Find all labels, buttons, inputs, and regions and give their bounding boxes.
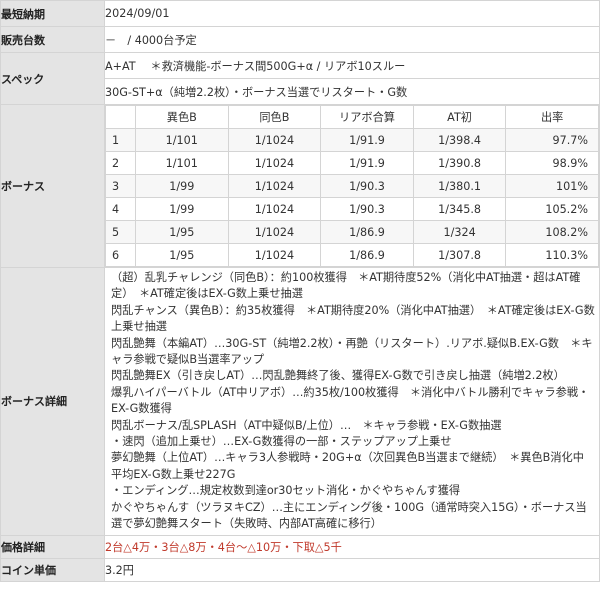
- reabo-cell: 1/90.3: [320, 174, 414, 198]
- units-value: － / 4000台予定: [104, 26, 600, 53]
- ishoku-b-cell: 1/101: [135, 128, 229, 152]
- bonus-row: ボーナス 異色B 同色B リアボ合算 AT初 出率 1 1/101 1/1024…: [0, 104, 600, 268]
- bonus-table-header: 異色B 同色B リアボ合算 AT初 出率: [105, 105, 599, 129]
- units-row: 販売台数 － / 4000台予定: [0, 26, 600, 53]
- doushoku-b-cell: 1/1024: [227, 174, 322, 198]
- release-row: 最短納期 2024/09/01: [0, 0, 600, 27]
- coin-label: コイン単価: [0, 557, 105, 582]
- header-payout: 出率: [505, 105, 599, 129]
- setting-cell: 2: [105, 151, 136, 175]
- release-label: 最短納期: [0, 0, 105, 27]
- spec-line-2: 30G-ST+α（純増2.2枚）・ボーナス当選でリスタート・G数: [104, 78, 600, 105]
- reabo-cell: 1/86.9: [320, 220, 414, 244]
- bonus-label: ボーナス: [0, 104, 105, 268]
- bonus-detail-label: ボーナス詳細: [0, 267, 105, 536]
- at-first-cell: 1/345.8: [412, 197, 507, 221]
- doushoku-b-cell: 1/1024: [227, 197, 322, 221]
- header-reabo: リアボ合算: [320, 105, 414, 129]
- spec-table: 最短納期 2024/09/01 販売台数 － / 4000台予定 スペック A+…: [0, 0, 600, 582]
- bonus-detail-text: （超）乱乳チャレンジ（同色B）：約100枚獲得 ＊AT期待度52%（消化中AT抽…: [111, 271, 595, 531]
- units-label: 販売台数: [0, 26, 105, 53]
- payout-cell: 101%: [505, 174, 599, 198]
- table-row: 2 1/101 1/1024 1/91.9 1/390.8 98.9%: [105, 151, 599, 175]
- at-first-cell: 1/324: [412, 220, 507, 244]
- header-blank: [105, 105, 136, 129]
- doushoku-b-cell: 1/1024: [227, 128, 322, 152]
- setting-cell: 4: [105, 197, 136, 221]
- doushoku-b-cell: 1/1024: [227, 220, 322, 244]
- spec-line-1: A+AT ＊救済機能-ボーナス間500G+α / リアボ10スルー: [104, 52, 600, 79]
- release-value: 2024/09/01: [104, 0, 600, 27]
- table-row: 1 1/101 1/1024 1/91.9 1/398.4 97.7%: [105, 128, 599, 152]
- ishoku-b-cell: 1/99: [135, 174, 229, 198]
- at-first-cell: 1/390.8: [412, 151, 507, 175]
- coin-row: コイン単価 3.2円: [0, 557, 600, 582]
- price-value: 2台△4万・3台△8万・4台～△10万・下取△5千: [104, 534, 600, 559]
- setting-cell: 1: [105, 128, 136, 152]
- reabo-cell: 1/86.9: [320, 243, 414, 267]
- header-at-first: AT初: [412, 105, 507, 129]
- spec-row-1: スペック A+AT ＊救済機能-ボーナス間500G+α / リアボ10スルー: [0, 52, 600, 105]
- reabo-cell: 1/91.9: [320, 128, 414, 152]
- doushoku-b-cell: 1/1024: [227, 151, 322, 175]
- payout-cell: 110.3%: [505, 243, 599, 267]
- at-first-cell: 1/307.8: [412, 243, 507, 267]
- price-label: 価格詳細: [0, 534, 105, 559]
- spec-label: スペック: [0, 52, 105, 105]
- table-row: 3 1/99 1/1024 1/90.3 1/380.1 101%: [105, 174, 599, 198]
- header-ishoku-b: 異色B: [135, 105, 229, 129]
- table-row: 6 1/95 1/1024 1/86.9 1/307.8 110.3%: [105, 243, 599, 267]
- ishoku-b-cell: 1/101: [135, 151, 229, 175]
- ishoku-b-cell: 1/99: [135, 197, 229, 221]
- payout-cell: 105.2%: [505, 197, 599, 221]
- header-doushoku-b: 同色B: [227, 105, 322, 129]
- payout-cell: 108.2%: [505, 220, 599, 244]
- setting-cell: 6: [105, 243, 136, 267]
- ishoku-b-cell: 1/95: [135, 243, 229, 267]
- setting-cell: 3: [105, 174, 136, 198]
- payout-cell: 98.9%: [505, 151, 599, 175]
- price-row: 価格詳細 2台△4万・3台△8万・4台～△10万・下取△5千: [0, 534, 600, 559]
- reabo-cell: 1/90.3: [320, 197, 414, 221]
- coin-value: 3.2円: [104, 557, 600, 582]
- bonus-detail-row: ボーナス詳細 （超）乱乳チャレンジ（同色B）：約100枚獲得 ＊AT期待度52%…: [0, 267, 600, 536]
- ishoku-b-cell: 1/95: [135, 220, 229, 244]
- at-first-cell: 1/398.4: [412, 128, 507, 152]
- table-row: 4 1/99 1/1024 1/90.3 1/345.8 105.2%: [105, 197, 599, 221]
- setting-cell: 5: [105, 220, 136, 244]
- bonus-table: 異色B 同色B リアボ合算 AT初 出率 1 1/101 1/1024 1/91: [105, 105, 599, 267]
- at-first-cell: 1/380.1: [412, 174, 507, 198]
- table-row: 5 1/95 1/1024 1/86.9 1/324 108.2%: [105, 220, 599, 244]
- doushoku-b-cell: 1/1024: [227, 243, 322, 267]
- reabo-cell: 1/91.9: [320, 151, 414, 175]
- payout-cell: 97.7%: [505, 128, 599, 152]
